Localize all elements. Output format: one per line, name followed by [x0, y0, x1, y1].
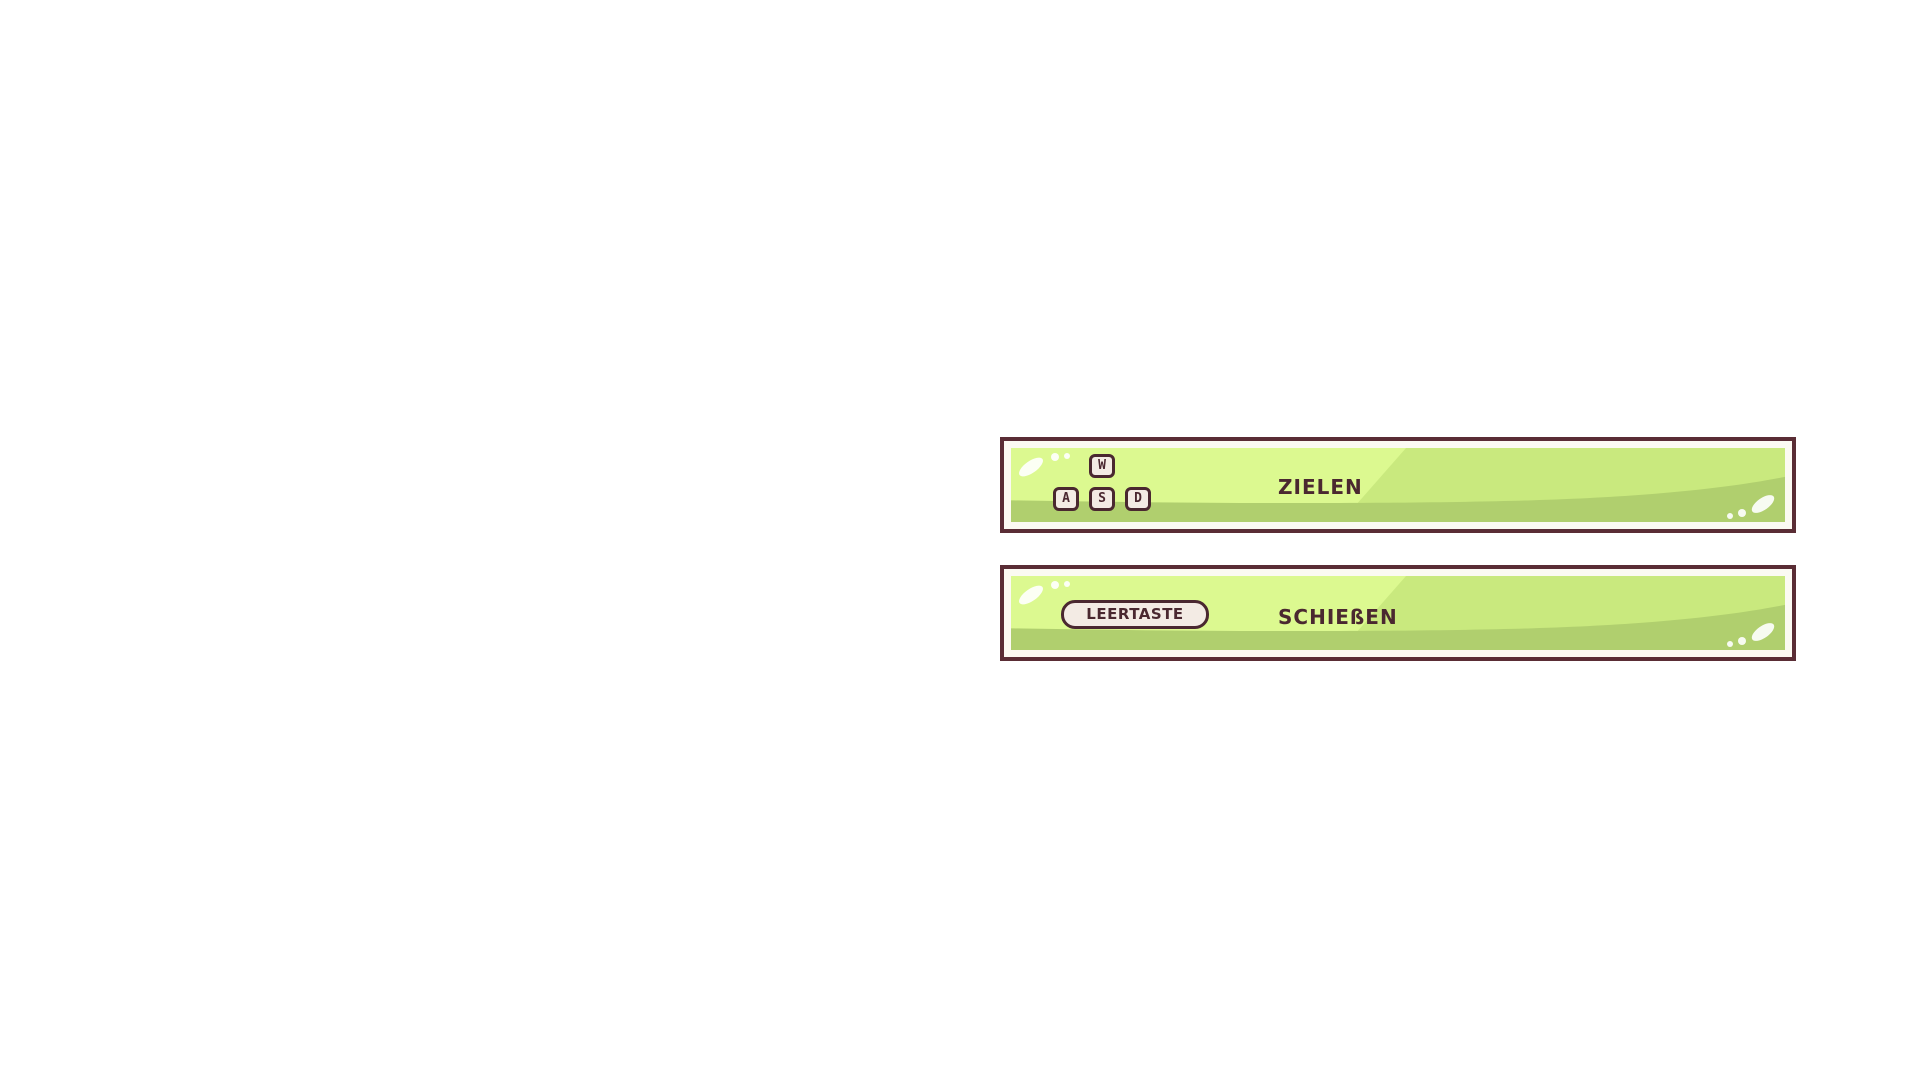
sparkle-icon	[1727, 495, 1775, 519]
panel-background: LEERTASTE SCHIEßEN	[1011, 576, 1785, 650]
key-w: W	[1089, 454, 1115, 478]
sparkle-icon	[1727, 623, 1775, 647]
key-s: S	[1089, 487, 1115, 511]
control-panel-shoot: LEERTASTE SCHIEßEN	[1000, 565, 1796, 661]
panel-background: W A S D ZIELEN	[1011, 448, 1785, 522]
sparkle-icon	[1019, 453, 1070, 477]
key-spacebar: LEERTASTE	[1061, 600, 1209, 629]
control-panel-aim: W A S D ZIELEN	[1000, 437, 1796, 533]
action-label-shoot: SCHIEßEN	[1278, 605, 1398, 629]
action-label-aim: ZIELEN	[1278, 475, 1363, 499]
panel-shading	[1011, 448, 1785, 522]
key-a: A	[1053, 487, 1079, 511]
key-d: D	[1125, 487, 1151, 511]
